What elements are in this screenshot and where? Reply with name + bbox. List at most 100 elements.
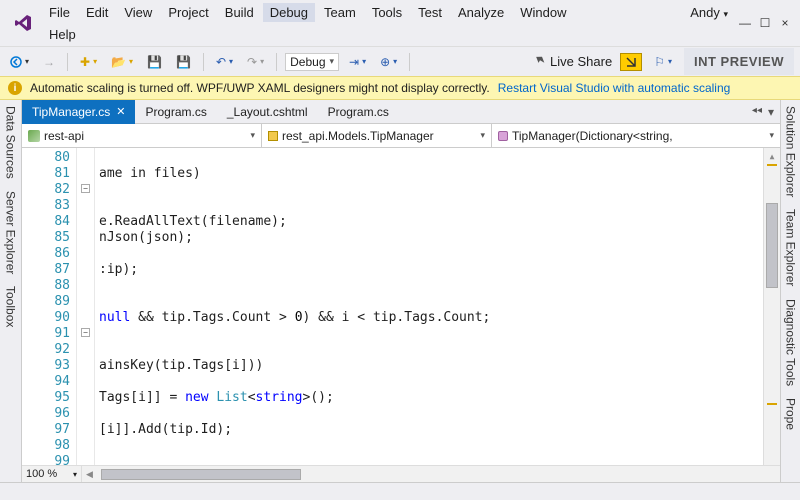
user-menu[interactable]: Andy ▾: [684, 3, 734, 22]
menu-project[interactable]: Project: [161, 3, 215, 22]
scroll-thumb[interactable]: [766, 203, 778, 288]
info-restart-link[interactable]: Restart Visual Studio with automatic sca…: [498, 81, 731, 95]
minimize-button[interactable]: —: [738, 16, 752, 30]
file-tab[interactable]: Program.cs: [135, 100, 216, 124]
line-number: 90: [24, 310, 70, 326]
code-line[interactable]: ainsKey(tip.Tags[i])): [99, 358, 763, 374]
code-line[interactable]: :ip);: [99, 262, 763, 278]
redo-button[interactable]: ↷▾: [243, 53, 268, 71]
line-number: 93: [24, 358, 70, 374]
zoom-combo[interactable]: 100 %▾: [22, 466, 82, 483]
vertical-scrollbar[interactable]: ▲: [763, 148, 780, 465]
nav-bar: rest-api▾ rest_api.Models.TipManager▾ Ti…: [22, 124, 780, 148]
save-button[interactable]: 💾: [143, 53, 166, 71]
menu-edit[interactable]: Edit: [79, 3, 115, 22]
menu-view[interactable]: View: [117, 3, 159, 22]
file-tab[interactable]: Program.cs: [318, 100, 399, 124]
new-item-button[interactable]: ✚▾: [76, 53, 101, 71]
tab-label: _Layout.cshtml: [227, 105, 308, 119]
code-line[interactable]: ame in files): [99, 166, 763, 182]
code-editor[interactable]: 8081828384858687888990919293949596979899…: [22, 148, 780, 465]
code-line[interactable]: [99, 278, 763, 294]
menu-test[interactable]: Test: [411, 3, 449, 22]
line-number: 96: [24, 406, 70, 422]
fold-column[interactable]: −−−: [77, 148, 95, 465]
menu-debug[interactable]: Debug: [263, 3, 315, 22]
tab-dropdown-icon[interactable]: ▾: [768, 105, 774, 119]
right-sidebar: Solution ExplorerTeam ExplorerDiagnostic…: [780, 100, 800, 482]
fold-marker[interactable]: −: [77, 324, 94, 340]
class-icon: [268, 131, 278, 141]
undo-button[interactable]: ↶▾: [212, 53, 237, 71]
menu-analyze[interactable]: Analyze: [451, 3, 511, 22]
nav-fwd-button[interactable]: →: [39, 53, 59, 71]
config-combo[interactable]: Debug▾: [285, 53, 339, 71]
line-number: 83: [24, 198, 70, 214]
menu-team[interactable]: Team: [317, 3, 363, 22]
code-line[interactable]: [99, 342, 763, 358]
close-button[interactable]: ×: [778, 16, 792, 30]
side-tab-data-sources[interactable]: Data Sources: [2, 100, 20, 185]
code-line[interactable]: e.ReadAllText(filename);: [99, 214, 763, 230]
menu-bar: FileEditViewProjectBuildDebugTeamToolsTe…: [0, 0, 800, 46]
hscroll-thumb[interactable]: [101, 469, 301, 480]
fold-marker: [77, 244, 94, 260]
menu-tools[interactable]: Tools: [365, 3, 409, 22]
code-line[interactable]: [99, 326, 763, 342]
file-tab[interactable]: TipManager.cs✕: [22, 100, 135, 124]
side-tab-diagnostic-tools[interactable]: Diagnostic Tools: [782, 293, 800, 392]
menu-help[interactable]: Help: [42, 25, 83, 44]
menu-window[interactable]: Window: [513, 3, 573, 22]
code-line[interactable]: [i]].Add(tip.Id);: [99, 422, 763, 438]
nav-project-combo[interactable]: rest-api▾: [22, 124, 262, 147]
close-icon[interactable]: ✕: [116, 105, 125, 118]
live-share-button[interactable]: Live Share: [532, 54, 612, 69]
code-line[interactable]: [99, 374, 763, 390]
code-line[interactable]: [99, 406, 763, 422]
fold-marker: [77, 228, 94, 244]
tab-overflow-icon[interactable]: ◂◂: [752, 105, 762, 119]
fold-marker: [77, 436, 94, 452]
save-all-button[interactable]: 💾: [172, 53, 195, 71]
side-tab-toolbox[interactable]: Toolbox: [2, 280, 20, 333]
code-line[interactable]: null && tip.Tags.Count > 0) && i < tip.T…: [99, 310, 763, 326]
fold-marker: [77, 340, 94, 356]
fold-marker: [77, 452, 94, 465]
toolbar: ▾ → ✚▾ 📂▾ 💾 💾 ↶▾ ↷▾ Debug▾ ⇥▾ ⊕▾ Live Sh…: [0, 46, 800, 76]
code-line[interactable]: [99, 438, 763, 454]
menu-file[interactable]: File: [42, 3, 77, 22]
code-line[interactable]: nJson(json);: [99, 230, 763, 246]
nav-back-button[interactable]: ▾: [6, 54, 33, 70]
side-tab-prope[interactable]: Prope: [782, 392, 800, 436]
code-line[interactable]: [99, 198, 763, 214]
nav-type-combo[interactable]: rest_api.Models.TipManager▾: [262, 124, 492, 147]
feedback-button[interactable]: ⚐▾: [650, 53, 676, 71]
line-number: 87: [24, 262, 70, 278]
side-tab-solution-explorer[interactable]: Solution Explorer: [782, 100, 800, 203]
code-line[interactable]: [99, 454, 763, 465]
fold-marker[interactable]: −: [77, 180, 94, 196]
horizontal-scrollbar[interactable]: 100 %▾ ◀: [22, 465, 780, 482]
code-line[interactable]: Tags[i]] = new List<string>();: [99, 390, 763, 406]
info-text: Automatic scaling is turned off. WPF/UWP…: [30, 81, 490, 95]
line-number: 84: [24, 214, 70, 230]
code-line[interactable]: [99, 246, 763, 262]
tab-label: Program.cs: [328, 105, 389, 119]
status-bar: [0, 482, 800, 500]
menu-build[interactable]: Build: [218, 3, 261, 22]
line-number: 80: [24, 150, 70, 166]
step-button[interactable]: ⇥▾: [345, 53, 370, 71]
code-line[interactable]: [99, 150, 763, 166]
maximize-button[interactable]: ☐: [758, 16, 772, 30]
fold-marker: [77, 196, 94, 212]
side-tab-server-explorer[interactable]: Server Explorer: [2, 185, 20, 280]
side-tab-team-explorer[interactable]: Team Explorer: [782, 203, 800, 292]
nav-member-combo[interactable]: TipManager(Dictionary<string,▾: [492, 124, 780, 147]
file-tab[interactable]: _Layout.cshtml: [217, 100, 318, 124]
code-line[interactable]: [99, 294, 763, 310]
open-button[interactable]: 📂▾: [107, 53, 137, 71]
code-line[interactable]: [99, 182, 763, 198]
notifications-button[interactable]: [620, 53, 642, 71]
code-area[interactable]: ame in files) e.ReadAllText(filename);nJs…: [95, 148, 763, 465]
attach-button[interactable]: ⊕▾: [376, 53, 401, 71]
